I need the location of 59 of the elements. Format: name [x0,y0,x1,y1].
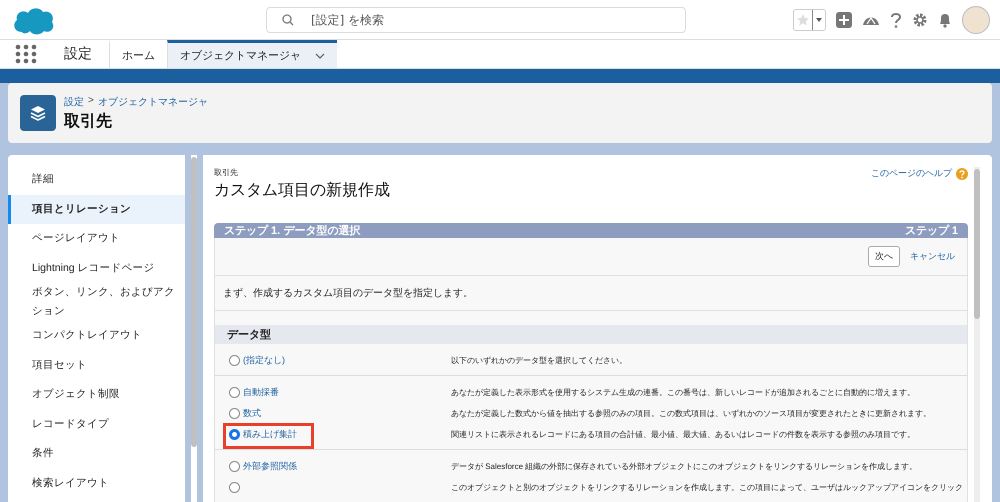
radio-button[interactable] [229,408,240,419]
caret-icon[interactable] [815,16,823,22]
option-label[interactable]: 数式 [243,407,261,420]
sidebar-item[interactable]: オブジェクト制限 [8,380,185,410]
search-icon [282,14,294,26]
option-description: あなたが定義した数式から値を抽出する参照のみの項目。この数式項目は、いずれかのソース項目が変更されたときに更新されます。 [450,408,931,419]
radio-button[interactable] [229,482,240,493]
scrollbar[interactable] [191,157,197,447]
sidebar-item[interactable]: コンパクトレイアウト [8,321,185,350]
cancel-link[interactable]: キャンセル [910,250,955,263]
sidebar-item[interactable]: 検索レイアウト [8,468,185,498]
sidebar-item[interactable]: Lightning レコードページ [8,254,185,283]
option-label[interactable]: 外部参照関係 [243,460,297,473]
star-icon[interactable] [796,12,810,26]
radio-button[interactable] [229,461,240,472]
radio-button[interactable] [229,355,240,366]
sidebar-item[interactable]: 条件 [8,439,185,468]
app-name: 設定 [64,45,92,63]
next-button[interactable]: 次へ [868,246,900,267]
radio-button[interactable] [229,387,240,398]
sidebar-item[interactable]: 詳細 [8,165,185,194]
breadcrumb-link[interactable]: オブジェクトマネージャ [98,94,208,108]
option-label[interactable]: 自動採番 [243,386,279,399]
breadcrumb-link[interactable]: 設定 [64,94,84,108]
favorites-button[interactable] [793,8,826,30]
option-description: データが Salesforce 組織の外部に保存されている外部オブジェクトにこのオブジェクトをリンクするリレーションを作成します。 [450,461,918,472]
chevron-down-icon[interactable] [315,52,325,58]
app-launcher-icon[interactable] [14,44,38,64]
option-description: 関連リストに表示されるレコードにある項目の合計値、最小値、最大値、あるいはレコードの件数を表示する参照のみ項目です。 [450,429,915,440]
sidebar-item[interactable]: 項目とリレーション [8,194,185,224]
help-icon[interactable] [890,12,902,28]
option-label[interactable]: (指定なし) [243,354,285,367]
nav-tab[interactable]: オブジェクトマネージャ [167,40,337,68]
sidebar-item[interactable]: ページレイアウト [8,224,185,254]
page-title: カスタム項目の新規作成 [214,180,390,201]
help-link[interactable]: このページのヘルプ [871,167,952,180]
option-label[interactable]: 積み上げ集計 [243,428,297,441]
step-counter: ステップ 1 [904,224,958,238]
settings-icon[interactable] [912,12,928,28]
object-title: 取引先 [64,112,113,132]
sidebar-item[interactable]: 項目セット [8,350,185,380]
plus-icon[interactable] [836,12,852,28]
help-icon[interactable] [956,168,968,180]
object-label: 取引先 [214,167,239,178]
sidebar-item[interactable]: ボタン、リンク、およびアクション [8,283,185,321]
bell-icon[interactable] [938,12,952,28]
layers-icon [20,95,56,131]
step-title: ステップ 1. データ型の選択 [224,224,360,238]
scrollbar[interactable] [974,169,980,319]
radio-button[interactable] [229,429,240,440]
option-description: あなたが定義した表示形式を使用するシステム生成の連番。この番号は、新しいレコードが追加されるごとに自動的に増えます。 [450,387,915,398]
section-header: データ型 [215,325,967,344]
breadcrumb-separator: > [88,94,94,108]
instruction-text: まず、作成するカスタム項目のデータ型を指定します。 [215,276,967,311]
option-description: このオブジェクトと別のオブジェクトをリンクするリレーションを作成します。この項目によって、ユーザはルックアップアイコンをクリック [450,482,963,493]
search-field[interactable]: [設定] を検索 [266,7,686,33]
avatar[interactable] [962,6,990,34]
sidebar-item[interactable]: レコードタイプ [8,410,185,439]
option-description: 以下のいずれかのデータ型を選択してください。 [450,355,627,366]
